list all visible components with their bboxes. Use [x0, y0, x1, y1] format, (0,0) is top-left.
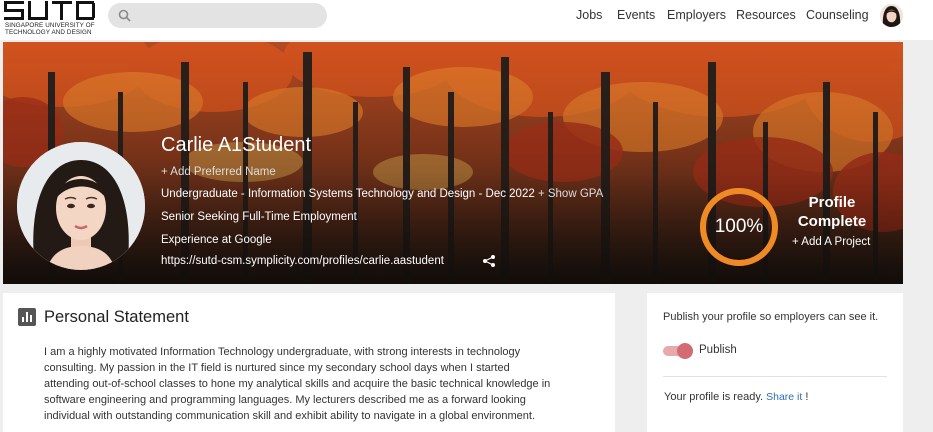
nav-counseling[interactable]: Counseling [806, 8, 869, 22]
experience-text: Experience at Google [161, 234, 272, 246]
statement-line: consulting. My passion in the IT field i… [44, 362, 510, 374]
logo-mark [4, 1, 95, 20]
personal-statement-card: Personal Statement I am a highly motivat… [3, 293, 615, 432]
profile-url[interactable]: https://sutd-csm.symplicity.com/profiles… [161, 255, 444, 267]
publish-toggle[interactable] [663, 343, 693, 359]
share-it-link[interactable]: Share it [766, 391, 802, 403]
profile-banner: Carlie A1Student + Add Preferred Name Un… [3, 42, 903, 284]
profile-complete-label-1: Profile [808, 194, 856, 211]
search-input[interactable] [138, 6, 322, 27]
sutd-logo[interactable]: SINGAPORE UNIVERSITY OF TECHNOLOGY AND D… [3, 1, 103, 37]
ready-suffix: ! [805, 391, 809, 403]
search-bar[interactable] [108, 3, 327, 28]
statement-line: I am a highly motivated Information Tech… [44, 346, 521, 358]
nav-events[interactable]: Events [617, 8, 655, 22]
show-gpa-link[interactable]: + Show GPA [538, 188, 603, 200]
logo-line-2: TECHNOLOGY AND DESIGN [5, 29, 92, 36]
profile-ready-text: Your profile is ready. Share it ! [664, 391, 808, 403]
program-line: Undergraduate - Information Systems Tech… [161, 188, 603, 200]
profile-name: Carlie A1Student [161, 134, 312, 156]
share-icon[interactable] [482, 254, 496, 268]
nav-jobs[interactable]: Jobs [576, 8, 602, 22]
nav-employers[interactable]: Employers [667, 8, 726, 22]
bar-chart-icon [18, 308, 36, 326]
search-icon [118, 9, 131, 22]
profile-complete-label-2: Complete [797, 213, 867, 230]
statement-line: attending out-of-school classes to hone … [44, 378, 551, 390]
ready-message: Your profile is ready. [664, 391, 764, 403]
publish-label: Publish [699, 344, 737, 356]
publish-card: Publish your profile so employers can se… [647, 293, 903, 432]
statement-line: software engineering and programming lan… [44, 394, 526, 406]
add-preferred-name-link[interactable]: + Add Preferred Name [161, 166, 276, 178]
divider [663, 376, 887, 377]
profile-photo[interactable] [17, 142, 145, 270]
statement-line: individual with outstanding communicatio… [44, 410, 536, 422]
toggle-knob [677, 343, 693, 359]
logo-line-1: SINGAPORE UNIVERSITY OF [5, 22, 95, 29]
user-avatar[interactable] [880, 4, 903, 27]
job-status: Senior Seeking Full-Time Employment [161, 211, 357, 223]
add-project-link[interactable]: + Add A Project [792, 236, 870, 248]
program-text: Undergraduate - Information Systems Tech… [161, 188, 535, 200]
publish-help-text: Publish your profile so employers can se… [663, 311, 879, 323]
completion-percent: 100% [714, 216, 764, 237]
top-nav: SINGAPORE UNIVERSITY OF TECHNOLOGY AND D… [0, 0, 933, 40]
nav-resources[interactable]: Resources [736, 8, 796, 22]
personal-statement-title: Personal Statement [44, 308, 189, 326]
